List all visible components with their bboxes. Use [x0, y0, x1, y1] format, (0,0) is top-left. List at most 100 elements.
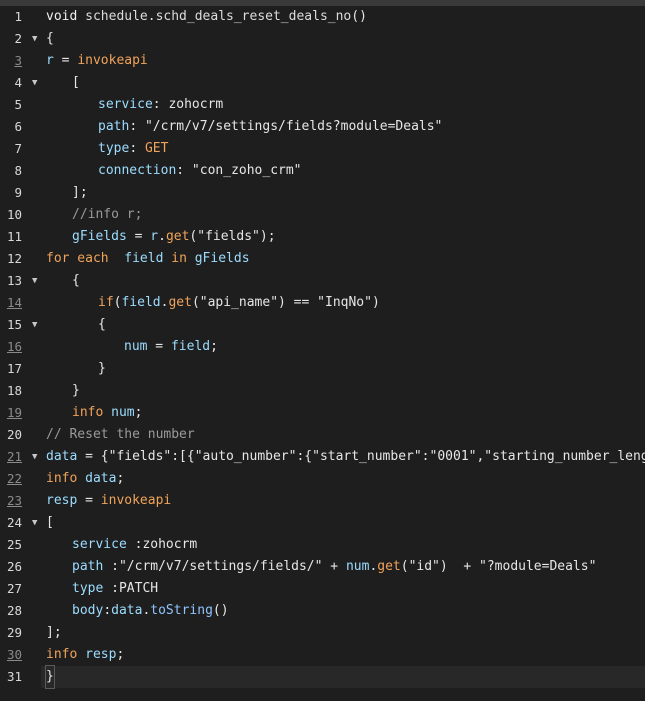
code-line[interactable]: 3 r = invokeapi	[0, 50, 645, 72]
code-line[interactable]: 17}	[0, 358, 645, 380]
code-line-content: {	[41, 314, 645, 336]
code-token: path	[72, 559, 104, 574]
code-text: ];	[46, 622, 62, 644]
code-token: : "/crm/v7/settings/fields?module=Deals"	[129, 119, 443, 134]
code-line[interactable]: 20 // Reset the number	[0, 424, 645, 446]
code-line[interactable]: 25 service :zohocrm	[0, 534, 645, 556]
code-token: : "con_zoho_crm"	[176, 163, 302, 178]
code-line[interactable]: 29];	[0, 622, 645, 644]
code-text: r = invokeapi	[46, 50, 148, 72]
code-line[interactable]: 12 for each field in gFields	[0, 248, 645, 270]
code-text: info data;	[46, 468, 124, 490]
code-token: path	[98, 119, 130, 134]
code-line-content: // Reset the number	[41, 424, 645, 446]
code-token: {	[46, 31, 54, 46]
code-lines: 1 void schedule.schd_deals_reset_deals_no…	[0, 6, 645, 689]
code-line[interactable]: 5 service: zohocrm	[0, 94, 645, 116]
code-token: invokeapi	[100, 493, 172, 508]
code-line-content: r = invokeapi	[41, 50, 645, 72]
code-token: :"/crm/v7/settings/fields/" +	[103, 559, 346, 574]
code-token: service	[72, 537, 127, 552]
code-line-content: }	[41, 665, 645, 689]
code-line[interactable]: 24 ▼[	[0, 512, 645, 534]
code-line[interactable]: 19 info num;	[0, 402, 645, 424]
code-token: ("api_name") == "InqNo")	[191, 295, 380, 310]
code-line[interactable]: 22 info data;	[0, 468, 645, 490]
code-text: if(field.get("api_name") == "InqNo")	[98, 292, 380, 314]
code-line[interactable]: 13 ▼{	[0, 270, 645, 292]
code-line[interactable]: 15 ▼{	[0, 314, 645, 336]
code-token: num	[124, 339, 148, 354]
code-token: ;	[116, 471, 125, 486]
code-line[interactable]: 1 void schedule.schd_deals_reset_deals_no…	[0, 6, 645, 28]
code-line[interactable]: 18}	[0, 380, 645, 402]
code-text: [	[46, 512, 54, 534]
code-editor[interactable]: 1 void schedule.schd_deals_reset_deals_no…	[0, 0, 645, 701]
code-text: [	[72, 72, 80, 94]
line-number: 30	[6, 647, 22, 662]
code-line[interactable]: 2 ▼{	[0, 28, 645, 50]
code-line[interactable]: 31}	[0, 665, 645, 689]
line-number: 19	[6, 405, 22, 420]
code-text: connection: "con_zoho_crm"	[98, 160, 302, 182]
code-line[interactable]: 10 //info r;	[0, 204, 645, 226]
code-line[interactable]: 28 body:data.toString()	[0, 600, 645, 622]
code-line-content: path :"/crm/v7/settings/fields/" + num.g…	[41, 556, 645, 578]
line-number: 7	[14, 141, 22, 156]
line-number: 1	[14, 9, 22, 24]
line-number: 24	[6, 515, 22, 530]
code-line[interactable]: 8 connection: "con_zoho_crm"	[0, 160, 645, 182]
code-token: ];	[46, 625, 62, 640]
code-text: void schedule.schd_deals_reset_deals_no(…	[46, 6, 367, 28]
code-line-content: if(field.get("api_name") == "InqNo")	[41, 292, 645, 314]
code-line[interactable]: 14 if(field.get("api_name") == "InqNo")	[0, 292, 645, 314]
code-line-content: //info r;	[41, 204, 645, 226]
code-token: ;	[210, 339, 218, 354]
code-line[interactable]: 30 info resp;	[0, 644, 645, 666]
code-line[interactable]: 9];	[0, 182, 645, 204]
code-line[interactable]: 11 gFields = r.get("fields");	[0, 226, 645, 248]
code-line[interactable]: 21 ▼ data = {"fields":[{"auto_number":{"st…	[0, 446, 645, 468]
code-line[interactable]: 6 path: "/crm/v7/settings/fields?module=D…	[0, 116, 645, 138]
code-token: for each	[46, 251, 117, 266]
code-token: ;	[134, 405, 143, 420]
code-line[interactable]: 26 path :"/crm/v7/settings/fields/" + num…	[0, 556, 645, 578]
code-token: body	[72, 603, 104, 618]
code-token: void	[46, 9, 86, 24]
code-line-content: info num;	[41, 402, 645, 424]
line-number: 10	[6, 207, 22, 222]
code-line-content: gFields = r.get("fields");	[41, 226, 645, 248]
code-token: :PATCH	[103, 581, 159, 596]
code-line-content: data = {"fields":[{"auto_number":{"start…	[41, 446, 645, 468]
code-token: info	[72, 405, 104, 420]
code-line[interactable]: 4 ▼[	[0, 72, 645, 94]
code-text: {	[98, 314, 106, 336]
code-text: }	[45, 665, 55, 689]
code-text: //info r;	[72, 204, 142, 226]
code-token: GET	[144, 141, 169, 156]
code-line-content: service: zohocrm	[41, 94, 645, 116]
code-token: // Reset the number	[46, 427, 195, 442]
code-line[interactable]: 7 type: GET	[0, 138, 645, 160]
line-number: 22	[6, 471, 22, 486]
code-line[interactable]: 16 num = field;	[0, 336, 645, 358]
code-token: }	[46, 669, 54, 684]
code-text: info resp;	[46, 644, 124, 666]
code-line[interactable]: 23 resp = invokeapi	[0, 490, 645, 512]
code-token: :	[129, 141, 145, 156]
code-token: ()	[212, 603, 229, 618]
line-number: 11	[6, 229, 22, 244]
code-token: //info r;	[72, 207, 143, 222]
code-token: = {"fields":[{"auto_number":{"start_numb…	[77, 449, 645, 464]
line-number: 15	[6, 317, 22, 332]
code-token: field	[121, 295, 161, 310]
code-line[interactable]: 27 type :PATCH	[0, 578, 645, 600]
code-token: toString	[150, 603, 213, 618]
code-line-content: type :PATCH	[41, 578, 645, 600]
line-number: 8	[14, 163, 22, 178]
code-token: get	[168, 295, 192, 310]
code-token: {	[72, 273, 80, 288]
code-token: [	[46, 515, 54, 530]
